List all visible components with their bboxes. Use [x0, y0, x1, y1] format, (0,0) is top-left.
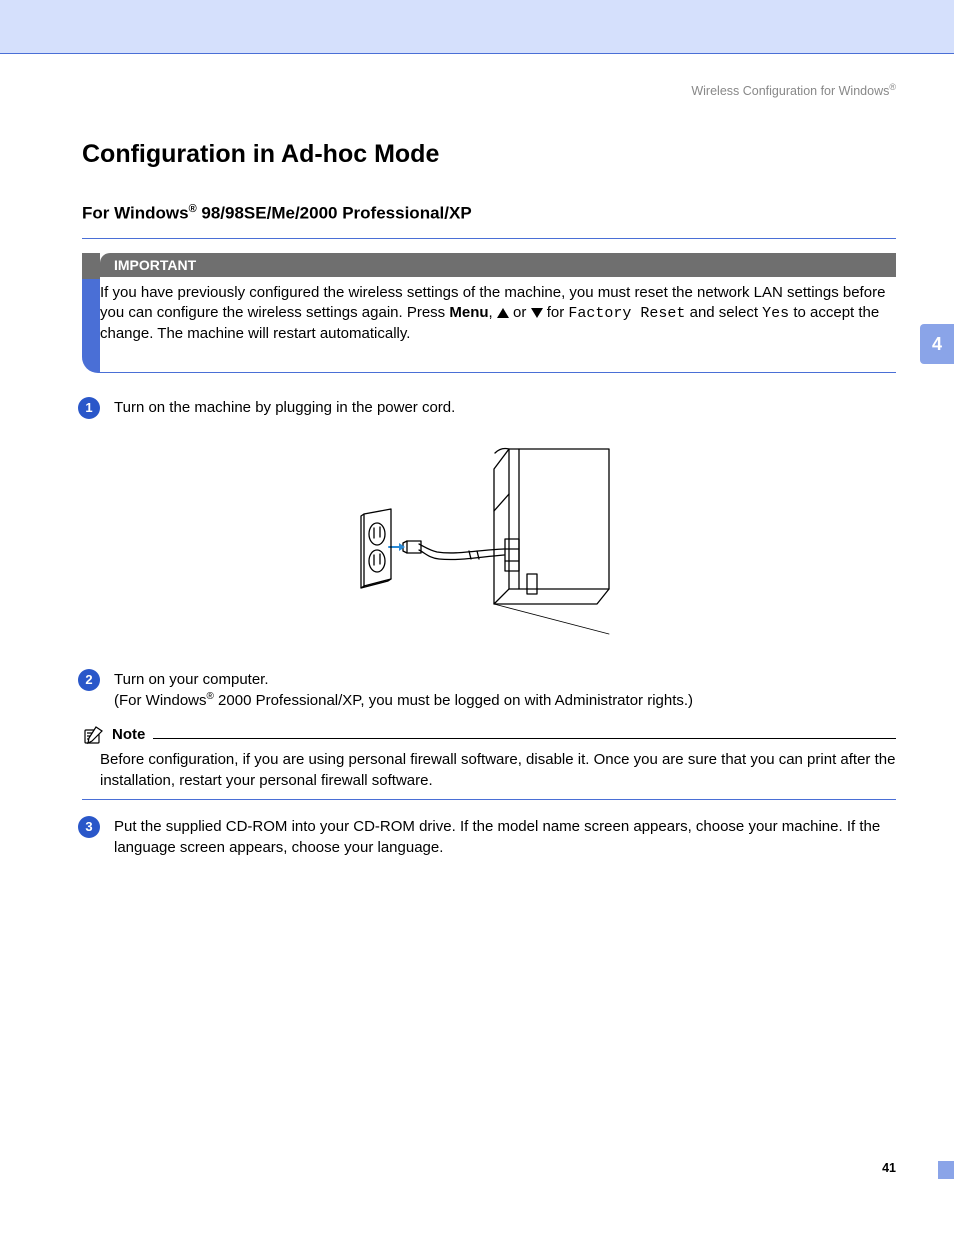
- note-head-rule: [153, 738, 896, 739]
- note-body: Before configuration, if you are using p…: [82, 749, 896, 791]
- important-body: If you have previously configured the wi…: [82, 277, 896, 355]
- breadcrumb-text: Wireless Configuration for Windows: [691, 84, 889, 98]
- step-2: 2 Turn on your computer. (For Windows® 2…: [82, 669, 896, 711]
- step-1-text: Turn on the machine by plugging in the p…: [114, 397, 896, 418]
- breadcrumb-sup: ®: [889, 82, 896, 92]
- step-2-body: Turn on your computer. (For Windows® 200…: [114, 669, 896, 711]
- h2-post: 98/98SE/Me/2000 Professional/XP: [197, 204, 472, 223]
- arrow-up-icon: [497, 308, 509, 318]
- arrow-down-icon: [531, 308, 543, 318]
- note-block: Note Before configuration, if you are us…: [82, 725, 896, 800]
- note-label: Note: [112, 726, 145, 743]
- page-number-tab: [938, 1161, 954, 1179]
- h2-pre: For Windows: [82, 204, 189, 223]
- step-1: 1 Turn on the machine by plugging in the…: [82, 397, 896, 419]
- power-cord-illustration: [359, 439, 619, 639]
- step-2-line1: Turn on your computer.: [114, 669, 896, 690]
- important-comma: ,: [489, 304, 497, 321]
- note-icon: [82, 725, 104, 745]
- note-head-row: Note: [82, 725, 896, 745]
- note-end-rule: [82, 799, 896, 800]
- step-3-text: Put the supplied CD-ROM into your CD-ROM…: [114, 816, 896, 858]
- important-for: for: [543, 304, 569, 321]
- important-yes: Yes: [762, 305, 789, 322]
- important-close-bar: [82, 355, 896, 373]
- page-title: Configuration in Ad-hoc Mode: [82, 140, 896, 169]
- step-3-badge: 3: [78, 816, 100, 838]
- breadcrumb: Wireless Configuration for Windows®: [82, 82, 896, 98]
- important-factory-reset: Factory Reset: [568, 305, 685, 322]
- section-rule: [82, 238, 896, 239]
- page-content: Wireless Configuration for Windows® Conf…: [0, 54, 954, 858]
- important-line2a: and select: [685, 304, 762, 321]
- step-2-line2b: 2000 Professional/XP, you must be logged…: [214, 692, 693, 709]
- chapter-tab: 4: [920, 324, 954, 364]
- important-heading: IMPORTANT: [100, 253, 896, 277]
- important-menu: Menu: [449, 304, 488, 321]
- top-band: [0, 0, 954, 54]
- step-2-badge: 2: [78, 669, 100, 691]
- section-heading: For Windows® 98/98SE/Me/2000 Professiona…: [82, 203, 896, 224]
- step-2-line2: (For Windows® 2000 Professional/XP, you …: [114, 690, 896, 711]
- step-2-line2a: (For Windows: [114, 692, 207, 709]
- page-number: 41: [882, 1161, 896, 1175]
- step-3: 3 Put the supplied CD-ROM into your CD-R…: [82, 816, 896, 858]
- h2-sup: ®: [189, 203, 197, 215]
- step-1-badge: 1: [78, 397, 100, 419]
- important-or: or: [509, 304, 531, 321]
- important-side-top: [82, 253, 100, 279]
- step-2-sup: ®: [207, 691, 214, 702]
- important-box: IMPORTANT If you have previously configu…: [82, 253, 896, 373]
